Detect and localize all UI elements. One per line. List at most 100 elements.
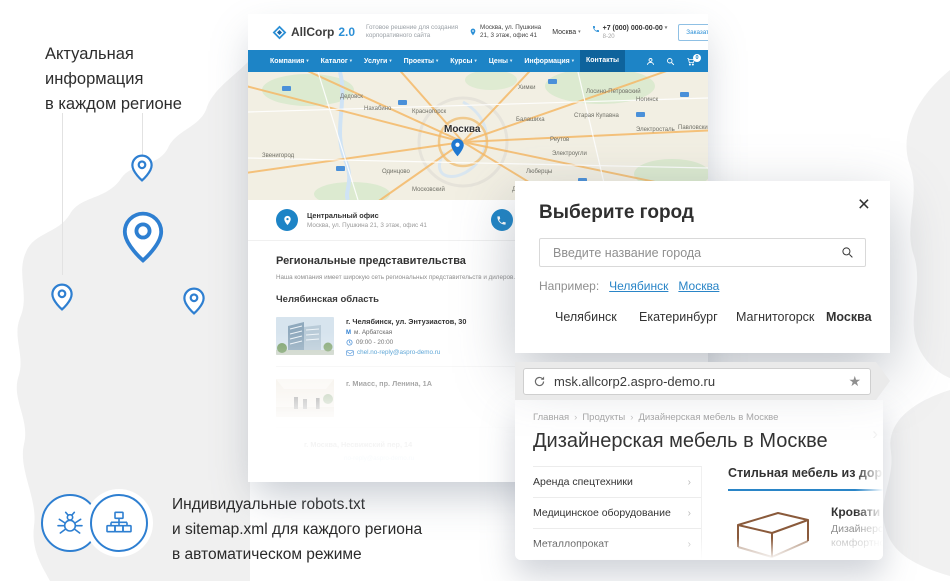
example-city-link[interactable]: Челябинск [609,279,668,293]
nav-item-courses[interactable]: Курсы [444,50,483,73]
url-text[interactable]: msk.allcorp2.aspro-demo.ru [554,374,848,389]
map-town-label: Дедовск [340,94,363,100]
office-title: Центральный офис [307,211,427,220]
map-town-label: Химки [518,85,535,91]
city-option[interactable]: Екатеринбург [639,310,718,324]
page-bottom-fade [515,538,883,560]
breadcrumb-products[interactable]: Продукты [582,412,638,423]
breadcrumb: Главная Продукты Дизайнерская мебель в М… [533,412,883,423]
left-feature-title: Актуальная информация в каждом регионе [45,42,182,117]
cart-icon[interactable]: 0 [686,57,696,66]
city-option[interactable]: Магнитогорск [736,310,814,324]
phone-hours: 8-20 [603,34,668,40]
chevron-right-icon: › [688,477,691,488]
seo-feature-text: Индивидуальные robots.txt и sitemap.xml … [172,492,422,567]
cart-count-badge: 0 [693,54,701,62]
city-option[interactable]: Челябинск [555,310,617,324]
city-select-modal: Выберите город × Например: Челябинск Мос… [515,181,890,353]
browser-address-strip: msk.allcorp2.aspro-demo.ru ★ [515,362,890,400]
city-option-selected[interactable]: Москва [826,310,872,324]
breadcrumb-current: Дизайнерская мебель в Москве [638,412,778,423]
page-right-fade [855,400,883,560]
phone-icon [592,25,600,33]
spider-icon [54,507,86,539]
map-town-label: Электросталь [636,127,675,133]
menu-item-special-equipment[interactable]: Аренда спецтехники› [533,467,701,498]
map-town-label: Ногинск [636,97,658,103]
nav-item-projects[interactable]: Проекты [398,50,445,73]
reload-icon[interactable] [533,375,546,388]
map-town-label: Электроугли [552,151,587,157]
call-request-button[interactable]: Заказать звонок [678,24,708,41]
seo-line-2: и sitemap.xml для каждого региона [172,517,422,542]
screenshot-canvas: Актуальная информация в каждом регионе [0,0,950,581]
modal-title: Выберите город [539,202,866,224]
feature-line-1: Актуальная [45,42,182,67]
header-phone-block[interactable]: +7 (000) 000-00-00 8-20 [592,25,668,40]
map-pin-small-right-icon [183,287,205,315]
map-town-label: Старая Купавна [574,113,619,119]
city-search-input[interactable] [551,245,841,261]
site-logo[interactable]: AllCorp 2.0 [272,25,355,40]
nav-item-contacts[interactable]: Контакты [580,50,625,72]
city-options: Челябинск Екатеринбург Магнитогорск Моск… [539,310,866,326]
search-icon[interactable] [841,246,854,259]
office-address: Москва, ул. Пушкина 21, 3 этаж, офис 41 [307,222,427,229]
main-navigation: Компания Каталог Услуги Проекты Курсы Це… [248,50,708,72]
city-selector[interactable]: Москва [552,29,580,36]
regional-landing-card: Главная Продукты Дизайнерская мебель в М… [515,400,883,560]
feature-line-2: информация [45,67,182,92]
map-office-pin-icon [450,138,465,157]
map-town-label: Реутов [550,137,569,143]
account-icon[interactable] [646,57,655,66]
nav-item-services[interactable]: Услуги [358,50,398,73]
nav-item-catalog[interactable]: Каталог [315,50,358,73]
map-town-label: Балашиха [516,117,545,123]
menu-item-medical[interactable]: Медицинское оборудование› [533,498,701,529]
seo-line-3: в автоматическом режиме [172,542,422,567]
office-address: г. Челябинск, ул. Энтузиастов, 30 [346,317,466,326]
nav-item-info[interactable]: Информация [518,50,580,73]
map-town-label: Одинцово [382,169,410,175]
map-town-label: Павловский Посад [678,125,708,131]
logo-version: 2.0 [338,25,355,39]
example-cities: Например: Челябинск Москва [539,279,866,293]
guide-line-left [62,113,63,275]
chevron-right-icon: › [688,508,691,519]
map-pin-small-left-icon [51,283,73,311]
sitemap-circle [90,494,148,552]
map-town-label: Нахабино [364,106,391,112]
example-city-link[interactable]: Москва [678,279,719,293]
address-line-2: 21, 3 этаж, офис 41 [480,32,541,40]
address-line-1: Москва, ул. Пушкина [480,24,541,32]
header-address: Москва, ул. Пушкина 21, 3 этаж, офис 41 [469,24,541,40]
location-icon [469,27,477,37]
central-office-info: Центральный офис Москва, ул. Пушкина 21,… [276,209,427,231]
map-town-label: Московский [412,187,445,193]
city-search-box [539,238,866,267]
feature-line-3: в каждом регионе [45,92,182,117]
header-phone: +7 (000) 000-00-00 [603,25,668,32]
breadcrumb-home[interactable]: Главная [533,412,582,423]
nav-item-prices[interactable]: Цены [483,50,519,73]
logo-name: AllCorp [291,25,334,39]
address-bar[interactable]: msk.allcorp2.aspro-demo.ru ★ [523,368,871,395]
examples-label: Например: [539,279,599,293]
site-tagline: Готовое решение для создания корпоративн… [366,24,458,40]
seo-line-1: Индивидуальные robots.txt [172,492,422,517]
office-location-icon [276,209,298,231]
map-pin-large-icon [122,211,164,263]
map-town-label: Лосино-Петровский [586,89,641,95]
bookmark-star-icon[interactable]: ★ [848,374,861,388]
close-icon[interactable]: × [858,193,870,217]
search-icon[interactable] [666,57,675,66]
map-town-label: Люберцы [526,169,552,175]
map-center-label: Москва [444,124,480,135]
guide-line-center [142,113,143,155]
nav-item-company[interactable]: Компания [264,50,315,73]
map-town-label: Красногорск [412,109,446,115]
logo-icon [272,25,287,40]
map-pin-small-top-icon [131,154,153,182]
sitemap-icon [103,507,135,539]
tagline-line-1: Готовое решение для создания [366,24,458,32]
